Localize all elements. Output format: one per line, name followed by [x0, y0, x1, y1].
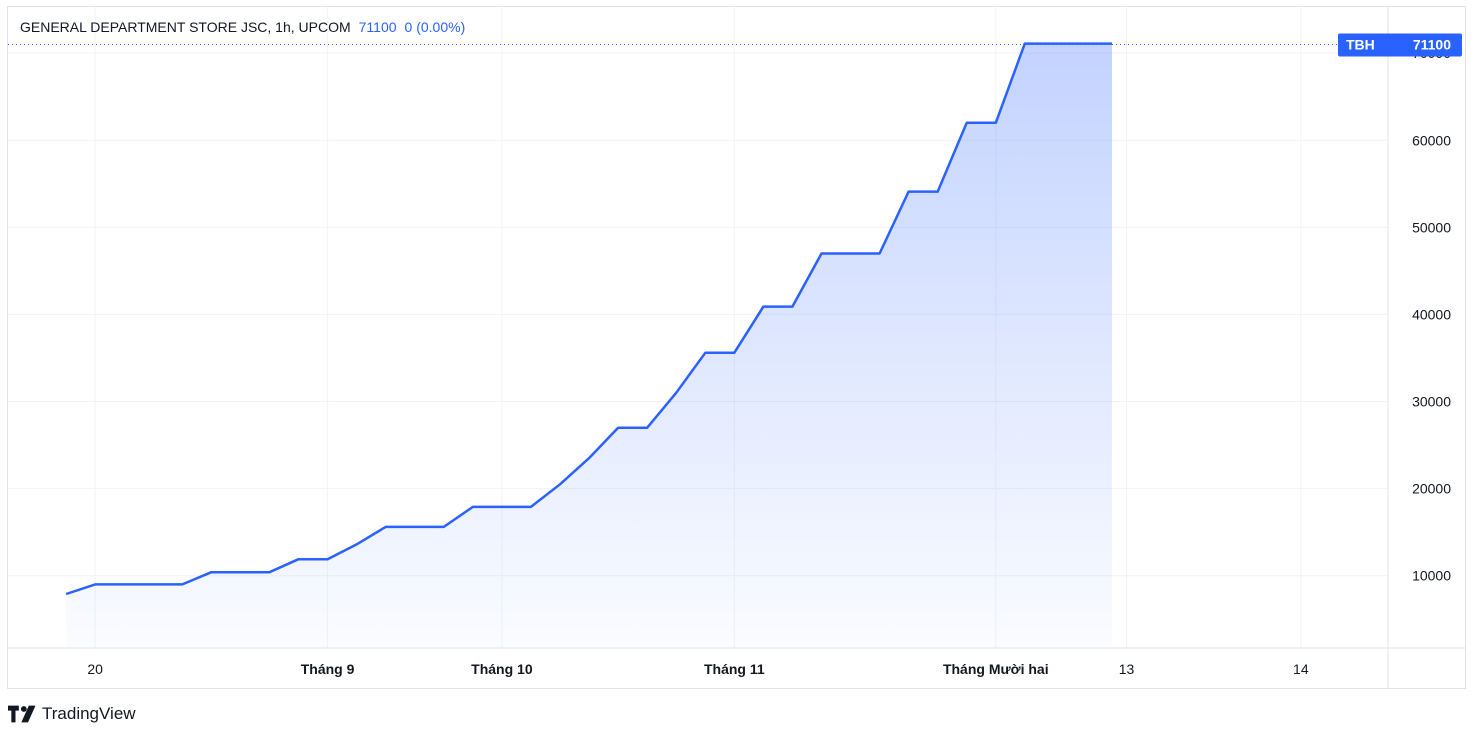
price-chart[interactable]: 10000200003000040000500006000070000 20Th… — [0, 0, 1481, 742]
y-tick-label: 60000 — [1412, 132, 1451, 148]
last-price-value: 71100 — [358, 19, 397, 35]
price-area-fill — [66, 43, 1113, 649]
y-tick-label: 20000 — [1412, 481, 1451, 497]
tradingview-attribution[interactable]: TradingView — [8, 704, 136, 724]
x-tick-label: 20 — [87, 661, 103, 677]
last-price-tag-ticker: TBH — [1346, 37, 1375, 53]
symbol-title: GENERAL DEPARTMENT STORE JSC, 1h, UPCOM — [20, 19, 351, 35]
tradingview-logo-icon — [8, 705, 36, 723]
x-tick-label: 14 — [1293, 661, 1309, 677]
tradingview-brand: TradingView — [42, 704, 136, 723]
x-tick-label: Tháng 10 — [471, 661, 533, 677]
x-tick-label: Tháng Mười hai — [943, 661, 1049, 677]
y-tick-label: 30000 — [1412, 394, 1451, 410]
y-tick-label: 50000 — [1412, 219, 1451, 235]
x-tick-label: Tháng 11 — [704, 661, 765, 677]
price-change-value: 0 (0.00%) — [404, 19, 466, 35]
symbol-legend[interactable]: GENERAL DEPARTMENT STORE JSC, 1h, UPCOM 7… — [20, 19, 465, 35]
y-tick-label: 10000 — [1412, 568, 1451, 584]
x-tick-label: 13 — [1119, 661, 1135, 677]
y-tick-label: 40000 — [1412, 306, 1451, 322]
x-tick-label: Tháng 9 — [301, 661, 355, 677]
last-price-tag-value: 71100 — [1413, 37, 1451, 53]
